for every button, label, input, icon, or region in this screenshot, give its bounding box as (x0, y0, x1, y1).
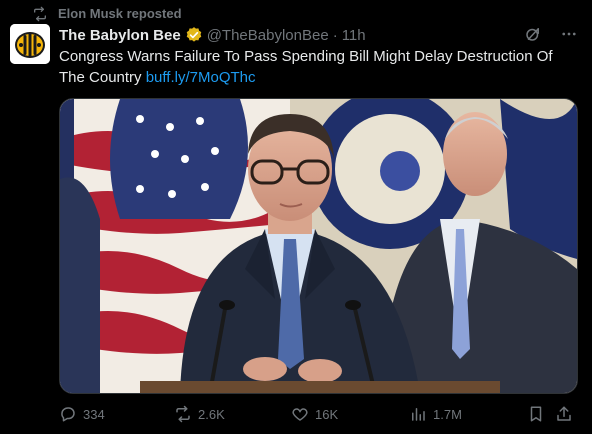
repost-icon (32, 6, 48, 25)
repost-text[interactable]: Elon Musk reposted (58, 6, 182, 21)
repost-button[interactable]: 2.6K (174, 405, 225, 423)
tweet-header: The Babylon Bee @TheBabylonBee · 11h (59, 25, 582, 45)
reply-icon (59, 405, 77, 423)
author-handle[interactable]: @TheBabylonBee (207, 27, 329, 44)
separator-dot: · (332, 26, 338, 44)
tweet-link[interactable]: buff.ly/7MoQThc (146, 69, 256, 86)
like-count: 16K (315, 406, 339, 422)
avatar[interactable] (10, 24, 50, 64)
tweet-media[interactable] (59, 98, 578, 394)
timestamp[interactable]: 11h (342, 27, 366, 44)
grok-icon[interactable] (524, 25, 542, 48)
bookmark-icon (527, 405, 545, 423)
reply-count: 334 (83, 406, 105, 422)
repost-line[interactable]: Elon Musk reposted (34, 4, 182, 22)
tweet-body: Congress Warns Failure To Pass Spending … (59, 48, 553, 86)
views-count: 1.7M (433, 406, 462, 422)
views-button[interactable]: 1.7M (409, 405, 462, 423)
repost-action-icon (174, 405, 192, 423)
action-bar: 334 2.6K 16K 1.7M (59, 402, 579, 426)
bookmark-button[interactable] (527, 405, 545, 423)
tweet-text: Congress Warns Failure To Pass Spending … (59, 46, 571, 88)
header-actions (524, 25, 578, 48)
views-icon (409, 405, 427, 423)
verified-badge-icon[interactable] (185, 26, 203, 44)
heart-icon (291, 405, 309, 423)
share-button[interactable] (555, 405, 573, 423)
like-button[interactable]: 16K (291, 405, 338, 423)
share-icon (555, 405, 573, 423)
more-icon[interactable] (560, 25, 578, 48)
media-photo (60, 99, 577, 393)
repost-count: 2.6K (198, 406, 225, 422)
reply-button[interactable]: 334 (59, 405, 105, 423)
author-name[interactable]: The Babylon Bee (59, 27, 181, 44)
